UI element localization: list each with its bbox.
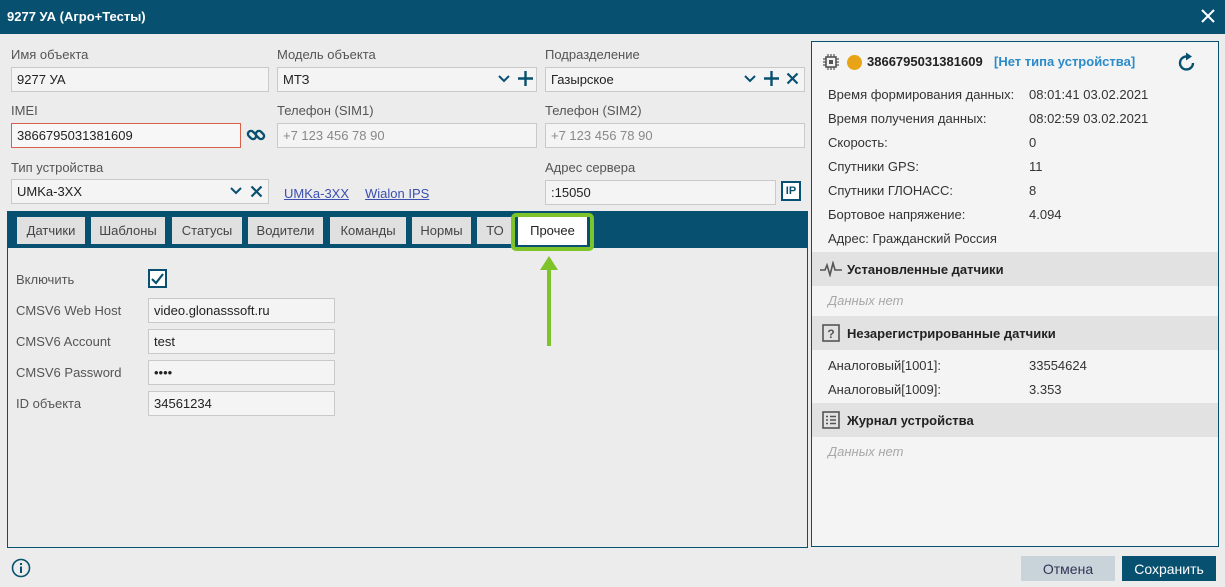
gps-satellites-value: 11 [1029, 159, 1043, 174]
server-address-input[interactable] [545, 180, 776, 205]
glonass-satellites-label: Спутники ГЛОНАСС: [828, 183, 953, 198]
device-imei: 3866795031381609 [867, 54, 983, 69]
question-icon: ? [822, 324, 840, 342]
device-type-value: UMKa-3XX [17, 184, 83, 199]
data-formed-time-value: 08:01:41 03.02.2021 [1029, 87, 1149, 102]
object-name-label: Имя объекта [11, 47, 89, 62]
department-value: Газырское [551, 72, 614, 87]
arrow-up-icon [540, 256, 558, 346]
tab-highlight-frame [511, 213, 594, 251]
voltage-label: Бортовое напряжение: [828, 207, 966, 222]
pulse-icon [820, 261, 842, 277]
clear-icon[interactable] [250, 185, 263, 198]
account-input[interactable] [148, 329, 335, 354]
imei-label: IMEI [11, 103, 38, 118]
tab-drivers[interactable]: Водители [248, 217, 323, 244]
server-address-label: Адрес сервера [545, 160, 636, 175]
info-icon[interactable] [11, 558, 31, 578]
voltage-value: 4.094 [1029, 207, 1062, 222]
chevron-down-icon[interactable] [743, 72, 757, 86]
tab-statuses[interactable]: Статусы [172, 217, 242, 244]
department-label: Подразделение [545, 47, 640, 62]
phone-sim1-input[interactable] [277, 123, 537, 148]
tab-maintenance[interactable]: ТО [477, 217, 513, 244]
unregistered-sensors-section[interactable]: ? Незарегистрированные датчики [812, 316, 1218, 350]
data-formed-time-label: Время формирования данных: [828, 87, 1015, 102]
clear-icon[interactable] [786, 72, 799, 85]
save-button[interactable]: Сохранить [1122, 556, 1216, 581]
chip-icon [823, 54, 839, 70]
device-type-label: Тип устройства [11, 160, 104, 175]
enable-label: Включить [16, 272, 75, 287]
phone-sim2-input[interactable] [545, 123, 805, 148]
phone-sim1-label: Телефон (SIM1) [277, 103, 374, 118]
speed-value: 0 [1029, 135, 1037, 150]
imei-input[interactable] [11, 123, 241, 148]
tabs-panel: Датчики Шаблоны Статусы Водители Команды… [7, 211, 808, 548]
chevron-down-icon[interactable] [497, 72, 511, 86]
web-host-label: CMSV6 Web Host [16, 303, 122, 318]
tab-sensors[interactable]: Датчики [17, 217, 85, 244]
phone-sim2-label: Телефон (SIM2) [545, 103, 642, 118]
installed-sensors-title: Установленные датчики [847, 262, 1004, 277]
password-input[interactable] [148, 360, 335, 385]
password-label: CMSV6 Password [16, 365, 122, 380]
data-received-time-label: Время получения данных: [828, 111, 987, 126]
installed-sensors-empty: Данных нет [828, 293, 904, 308]
account-label: CMSV6 Account [16, 334, 111, 349]
refresh-icon[interactable] [1176, 52, 1198, 74]
object-model-label: Модель объекта [277, 47, 376, 62]
installed-sensors-section[interactable]: Установленные датчики [812, 252, 1218, 286]
object-name-input[interactable] [11, 67, 269, 92]
gps-satellites-label: Спутники GPS: [828, 159, 919, 174]
glonass-satellites-value: 8 [1029, 183, 1037, 198]
object-model-value: МТЗ [283, 72, 310, 87]
web-host-input[interactable] [148, 298, 335, 323]
dialog-footer: Отмена Сохранить [0, 549, 1225, 587]
device-type-link[interactable]: UMKa-3XX [284, 186, 349, 201]
add-icon[interactable] [517, 70, 534, 87]
analog-1009-label: Аналоговый[1009]: [828, 382, 941, 397]
speed-label: Скорость: [828, 135, 888, 150]
tab-norms[interactable]: Нормы [412, 217, 471, 244]
analog-1009-value: 3.353 [1029, 382, 1062, 397]
device-log-section[interactable]: Журнал устройства [812, 403, 1218, 437]
device-type-tag[interactable]: [Нет типа устройства] [994, 54, 1135, 69]
unregistered-sensors-title: Незарегистрированные датчики [847, 326, 1056, 341]
analog-1001-label: Аналоговый[1001]: [828, 358, 941, 373]
tab-templates[interactable]: Шаблоны [91, 217, 165, 244]
device-log-empty: Данных нет [828, 444, 904, 459]
object-id-label: ID объекта [16, 396, 82, 411]
analog-1001-value: 33554624 [1029, 358, 1087, 373]
tab-commands[interactable]: Команды [330, 217, 406, 244]
svg-text:?: ? [827, 327, 834, 341]
check-icon [151, 273, 164, 285]
add-icon[interactable] [763, 70, 780, 87]
link-icon[interactable] [246, 125, 266, 145]
device-panel-header: 3866795031381609 [Нет типа устройства] [812, 42, 1218, 80]
chevron-down-icon[interactable] [229, 184, 243, 198]
ip-button[interactable]: IP [781, 181, 801, 201]
address-text: Адрес: Гражданский Россия [828, 231, 997, 246]
data-received-time-value: 08:02:59 03.02.2021 [1029, 111, 1149, 126]
list-icon [822, 411, 840, 429]
status-indicator [847, 55, 862, 70]
device-log-title: Журнал устройства [847, 413, 974, 428]
close-icon[interactable] [1199, 7, 1217, 25]
cancel-button[interactable]: Отмена [1021, 556, 1115, 581]
window-title: 9277 УА (Агро+Тесты) [7, 9, 146, 24]
protocol-link[interactable]: Wialon IPS [365, 186, 429, 201]
object-id-input[interactable] [148, 391, 335, 416]
enable-checkbox[interactable] [148, 269, 167, 288]
tab-bar: Датчики Шаблоны Статусы Водители Команды… [8, 212, 807, 248]
window-titlebar: 9277 УА (Агро+Тесты) [0, 0, 1225, 34]
device-info-panel: 3866795031381609 [Нет типа устройства] В… [811, 41, 1219, 547]
